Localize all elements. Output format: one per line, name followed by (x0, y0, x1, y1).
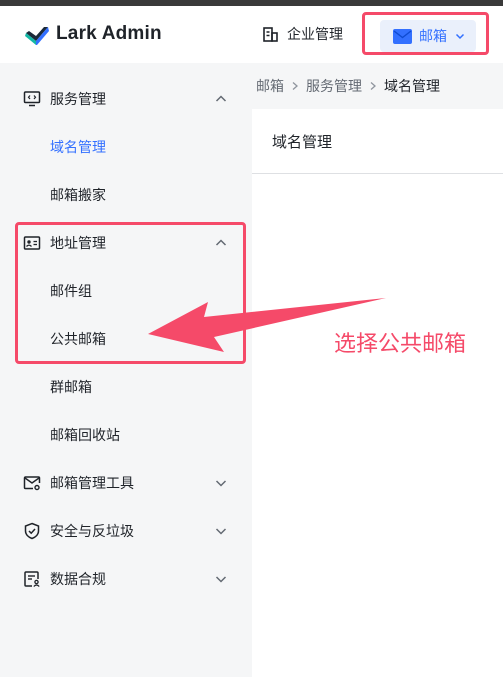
chevron-right-icon (370, 82, 376, 90)
sidebar-item-label: 服务管理 (50, 92, 106, 108)
nav-enterprise-management[interactable]: 企业管理 (262, 24, 343, 44)
building-icon (263, 26, 278, 42)
sidebar-item-label: 群邮箱 (50, 380, 92, 396)
highlight-box-mail-nav (362, 12, 489, 55)
sidebar-item-mail-recycle-bin[interactable]: 邮箱回收站 (0, 411, 252, 459)
lark-logo-icon (25, 27, 49, 45)
document-user-icon (24, 571, 40, 587)
sidebar-item-group-mailbox[interactable]: 群邮箱 (0, 363, 252, 411)
shield-check-icon (24, 522, 40, 540)
lark-admin-logo[interactable]: Lark Admin (24, 23, 162, 45)
sidebar: 服务管理 域名管理 邮箱搬家 地址管理 邮件组 公共邮箱 群邮箱 邮箱回收站 邮… (0, 63, 252, 677)
nav-enterprise-label: 企业管理 (287, 27, 343, 43)
breadcrumb-item-mail[interactable]: 邮箱 (256, 76, 284, 96)
chevron-right-icon (292, 82, 298, 90)
chevron-down-icon (215, 480, 227, 487)
divider (252, 173, 503, 174)
logo-text: Lark Admin (56, 23, 162, 44)
sidebar-item-label: 邮箱搬家 (50, 188, 106, 204)
page-title: 域名管理 (272, 133, 333, 151)
sidebar-item-mail-migration[interactable]: 邮箱搬家 (0, 171, 252, 219)
sidebar-item-data-compliance[interactable]: 数据合规 (0, 555, 252, 603)
sidebar-item-security-antispam[interactable]: 安全与反垃圾 (0, 507, 252, 555)
sidebar-item-service-management[interactable]: 服务管理 (0, 75, 252, 123)
sidebar-item-label: 数据合规 (50, 572, 106, 588)
mail-settings-icon (23, 476, 41, 491)
breadcrumb-item-service-management[interactable]: 服务管理 (306, 76, 362, 96)
sidebar-item-domain-management[interactable]: 域名管理 (0, 123, 252, 171)
sidebar-item-label: 域名管理 (50, 140, 106, 156)
sidebar-item-label: 邮箱回收站 (50, 428, 120, 444)
chevron-down-icon (215, 576, 227, 583)
sidebar-item-label: 安全与反垃圾 (50, 524, 134, 540)
breadcrumb-item-current: 域名管理 (384, 79, 440, 95)
annotation-text: 选择公共邮箱 (334, 332, 467, 357)
chevron-up-icon (215, 95, 227, 102)
main-content: 邮箱 服务管理 域名管理 域名管理 (252, 63, 503, 677)
monitor-code-icon (23, 91, 41, 107)
sidebar-item-label: 邮箱管理工具 (50, 476, 134, 492)
breadcrumb: 邮箱 服务管理 域名管理 (252, 63, 503, 109)
chevron-down-icon (215, 528, 227, 535)
sidebar-item-mail-tools[interactable]: 邮箱管理工具 (0, 459, 252, 507)
